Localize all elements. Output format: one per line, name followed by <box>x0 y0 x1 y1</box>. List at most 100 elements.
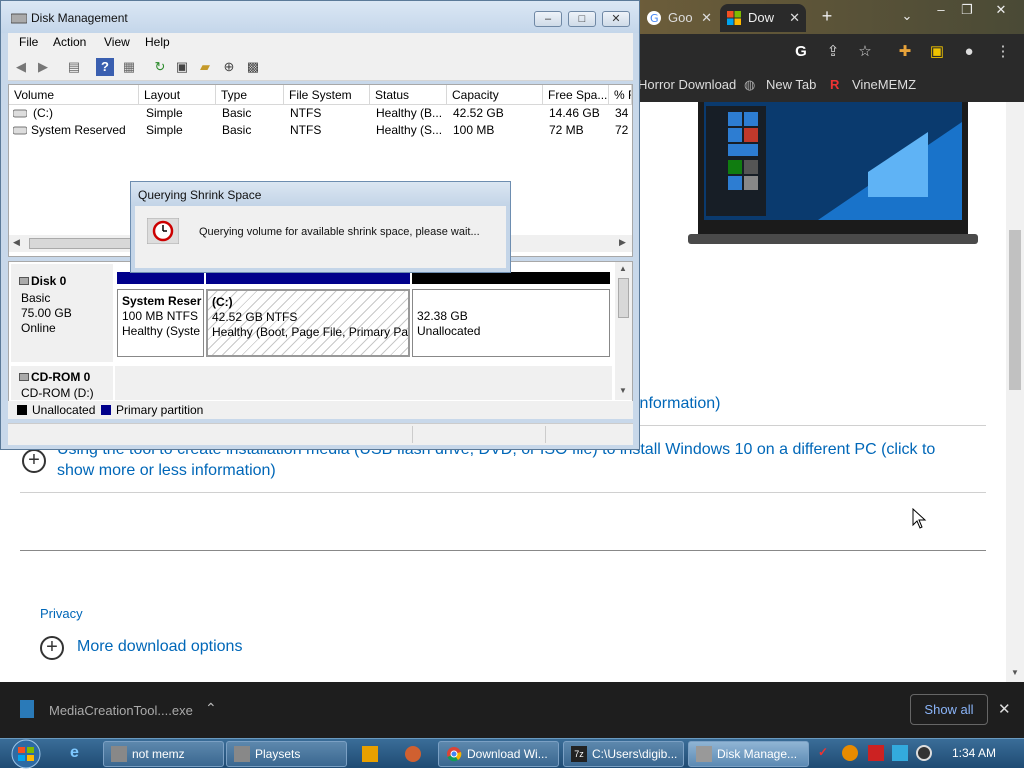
cdrom-0-label[interactable]: CD-ROM 0 CD-ROM (D:) <box>11 366 113 400</box>
scroll-right-icon[interactable]: ▶ <box>619 237 626 248</box>
globe-icon: ◍ <box>744 77 756 92</box>
privacy-link[interactable]: Privacy <box>40 606 83 621</box>
divider <box>20 492 986 493</box>
bookmark-vinememz[interactable]: VineMEMZ <box>852 77 916 92</box>
minimize-button[interactable]: – <box>534 11 562 27</box>
column-header-type[interactable]: Type <box>216 85 284 105</box>
scroll-down-icon[interactable]: ▼ <box>1011 668 1019 677</box>
menu-file[interactable]: File <box>19 35 38 49</box>
menu-help[interactable]: Help <box>145 35 170 49</box>
back-arrow-icon[interactable]: ◀ <box>12 58 30 76</box>
partition-unallocated[interactable]: 32.38 GB Unallocated <box>412 289 610 357</box>
chrome-tab-google[interactable]: G Goo ✕ <box>640 4 718 32</box>
tray-flag-icon[interactable] <box>868 745 884 761</box>
close-button[interactable]: ✕ <box>602 11 630 27</box>
partition-c-drive[interactable]: (C:) 42.52 GB NTFS Healthy (Boot, Page F… <box>206 289 410 357</box>
partition-system-reserved[interactable]: System Reser 100 MB NTFS Healthy (Syste <box>117 289 204 357</box>
partition-size: 100 MB NTFS <box>122 309 199 323</box>
scrollbar-thumb[interactable] <box>29 238 139 249</box>
google-icon[interactable]: G <box>792 43 810 61</box>
scroll-down-icon[interactable]: ▼ <box>619 386 627 395</box>
profile-icon[interactable]: ● <box>960 43 978 61</box>
settings-icon[interactable]: ▩ <box>244 58 262 76</box>
new-tab-icon[interactable]: + <box>814 6 840 26</box>
share-icon[interactable]: ⇪ <box>824 43 842 61</box>
chevron-down-icon[interactable]: ⌄ <box>894 6 920 26</box>
taskbar-button-playsets[interactable]: Playsets <box>226 741 347 767</box>
properties-icon[interactable]: ▦ <box>120 58 138 76</box>
internet-explorer-icon[interactable]: e <box>70 744 79 762</box>
chrome-tab-download[interactable]: Dow ✕ <box>720 4 806 32</box>
cell-percent-free: 34 <box>615 106 629 120</box>
close-icon[interactable]: ✕ <box>701 4 712 32</box>
column-header-status[interactable]: Status <box>370 85 447 105</box>
plus-circle-icon[interactable]: + <box>40 636 64 660</box>
tray-volume-icon[interactable] <box>916 745 932 761</box>
menu-view[interactable]: View <box>104 35 130 49</box>
close-icon[interactable]: ✕ <box>998 700 1011 718</box>
show-hide-tree-icon[interactable]: ▤ <box>65 58 83 76</box>
vertical-scrollbar[interactable]: ▲ ▼ <box>615 262 632 400</box>
bookmark-new-tab[interactable]: New Tab <box>766 77 816 92</box>
dialog-title: Querying Shrink Space <box>138 188 262 202</box>
show-all-button[interactable]: Show all <box>910 694 988 725</box>
column-header-volume[interactable]: Volume <box>9 85 139 105</box>
page-scrollbar[interactable]: ▼ <box>1006 102 1024 682</box>
scroll-up-icon[interactable]: ▲ <box>619 264 627 273</box>
tray-network-icon[interactable] <box>892 745 908 761</box>
close-icon[interactable]: ✕ <box>988 0 1014 20</box>
table-row[interactable]: System Reserved Simple Basic NTFS Health… <box>9 122 632 139</box>
table-row[interactable]: (C:) Simple Basic NTFS Healthy (B... 42.… <box>9 105 632 122</box>
open-icon[interactable]: ▰ <box>196 58 214 76</box>
clock[interactable]: 1:34 AM <box>952 746 996 760</box>
partial-info-link[interactable]: information) <box>636 395 720 413</box>
disk-0-label[interactable]: Disk 0 Basic 75.00 GB Online <box>11 264 113 362</box>
start-button-icon[interactable] <box>6 739 46 769</box>
scrollbar-thumb[interactable] <box>618 278 629 318</box>
more-download-options-link[interactable]: More download options <box>77 638 242 656</box>
search-icon[interactable]: ⊕ <box>220 58 238 76</box>
app-icon <box>234 746 250 762</box>
minimize-icon[interactable]: – <box>928 0 954 20</box>
sidepanel-icon[interactable]: ▣ <box>928 43 946 61</box>
refresh-icon[interactable]: ↻ <box>151 58 169 76</box>
media-player-icon[interactable] <box>362 746 378 762</box>
restore-icon[interactable]: ❐ <box>954 0 980 20</box>
chevron-up-icon[interactable]: ⌃ <box>205 700 217 717</box>
help-icon[interactable]: ? <box>96 58 114 76</box>
menu-action[interactable]: Action <box>53 35 86 49</box>
partition-name: System Reser <box>122 294 202 308</box>
column-header-free-space[interactable]: Free Spa... <box>543 85 609 105</box>
tray-check-icon[interactable]: ✓ <box>818 745 834 761</box>
column-header-percent-free[interactable]: % F <box>609 85 632 105</box>
plus-circle-icon[interactable]: + <box>22 449 46 473</box>
window-titlebar[interactable]: Disk Management – □ ✕ <box>1 1 639 33</box>
rescan-icon[interactable]: ▣ <box>173 58 191 76</box>
tray-search-icon[interactable] <box>842 745 858 761</box>
partition-size: 32.38 GB <box>417 309 468 323</box>
forward-arrow-icon[interactable]: ▶ <box>34 58 52 76</box>
extensions-icon[interactable]: ✚ <box>896 43 914 61</box>
taskbar-button-7zip[interactable]: 7z C:\Users\digib... <box>563 741 684 767</box>
taskbar-label: Download Wi... <box>467 747 548 761</box>
star-icon[interactable]: ☆ <box>856 43 874 61</box>
taskbar-button-disk-management[interactable]: Disk Manage... <box>688 741 809 767</box>
column-header-file-system[interactable]: File System <box>284 85 370 105</box>
paint-icon[interactable] <box>405 746 421 762</box>
taskbar-button-not-memz[interactable]: not memz <box>103 741 224 767</box>
bookmark-horror-download[interactable]: Horror Download <box>638 77 736 92</box>
taskbar-button-download[interactable]: Download Wi... <box>438 741 559 767</box>
dialog-titlebar[interactable]: Querying Shrink Space <box>131 182 510 206</box>
download-file-name[interactable]: MediaCreationTool....exe <box>49 703 193 718</box>
maximize-button[interactable]: □ <box>568 11 596 27</box>
cell-status: Healthy (B... <box>376 106 443 120</box>
close-icon[interactable]: ✕ <box>789 4 800 32</box>
microsoft-icon <box>727 11 741 25</box>
scrollbar-thumb[interactable] <box>1009 230 1021 390</box>
column-header-layout[interactable]: Layout <box>139 85 216 105</box>
menu-icon[interactable]: ⋮ <box>994 43 1012 61</box>
scroll-left-icon[interactable]: ◀ <box>13 237 20 248</box>
column-header-capacity[interactable]: Capacity <box>447 85 543 105</box>
windows-laptop-image <box>688 102 978 244</box>
cell-free-space: 14.46 GB <box>549 106 600 120</box>
